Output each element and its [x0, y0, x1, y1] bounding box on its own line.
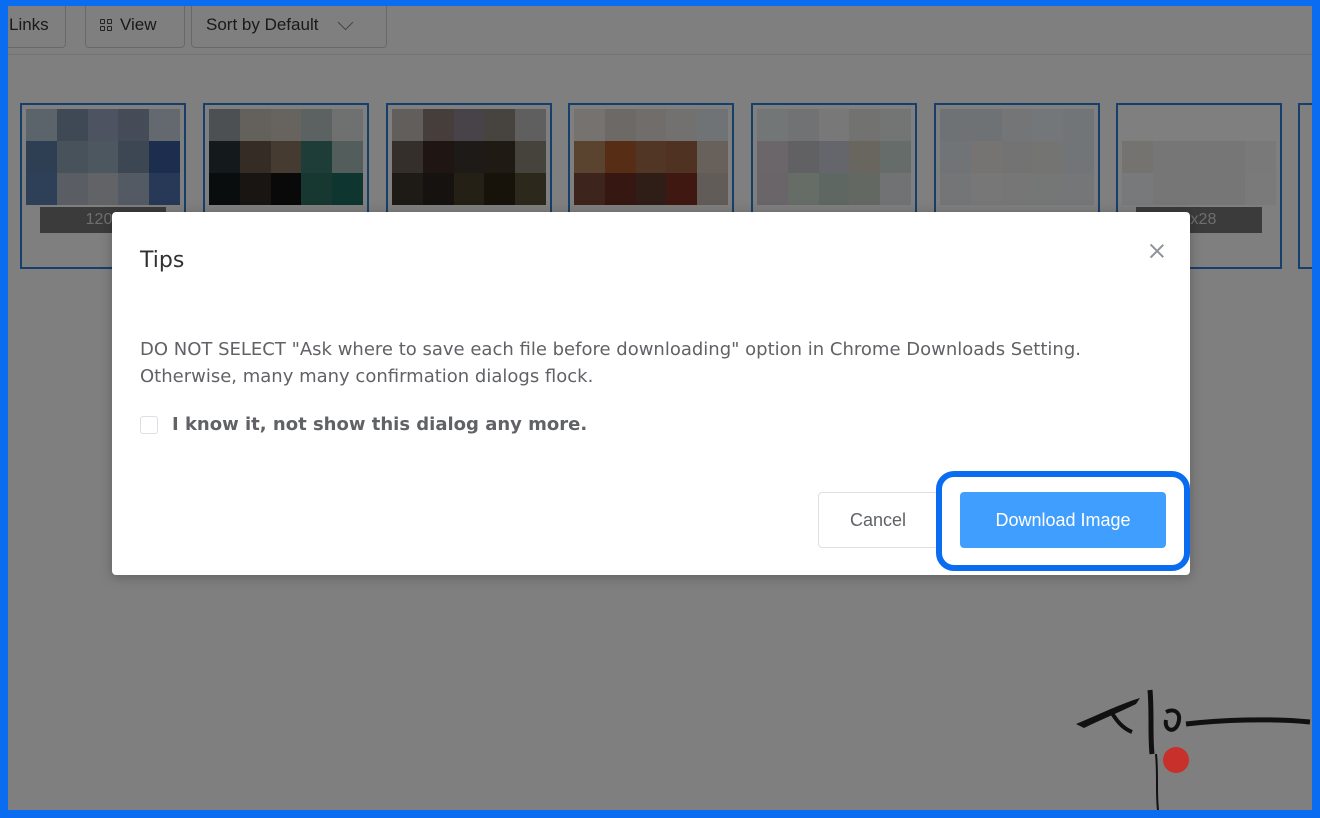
checkbox-box[interactable] — [140, 415, 158, 434]
download-image-button[interactable]: Download Image — [960, 492, 1166, 548]
cancel-label: Cancel — [849, 509, 907, 530]
dialog-title: Tips — [140, 248, 185, 273]
calligraphy-signature — [1076, 689, 1311, 810]
dialog-message: DO NOT SELECT "Ask where to save each fi… — [140, 339, 1081, 387]
download-image-label: Download Image — [995, 509, 1131, 530]
cancel-button[interactable]: Cancel — [818, 492, 938, 548]
tips-dialog: Tips DO NOT SELECT "Ask where to save ea… — [112, 212, 1190, 575]
checkbox-label[interactable]: I know it, not show this dialog any more… — [172, 414, 587, 435]
close-icon[interactable] — [1146, 240, 1168, 262]
dont-show-again-checkbox[interactable]: I know it, not show this dialog any more… — [140, 414, 587, 435]
screen: Links View Sort by Default 120x0x28 Tips… — [0, 0, 1320, 818]
